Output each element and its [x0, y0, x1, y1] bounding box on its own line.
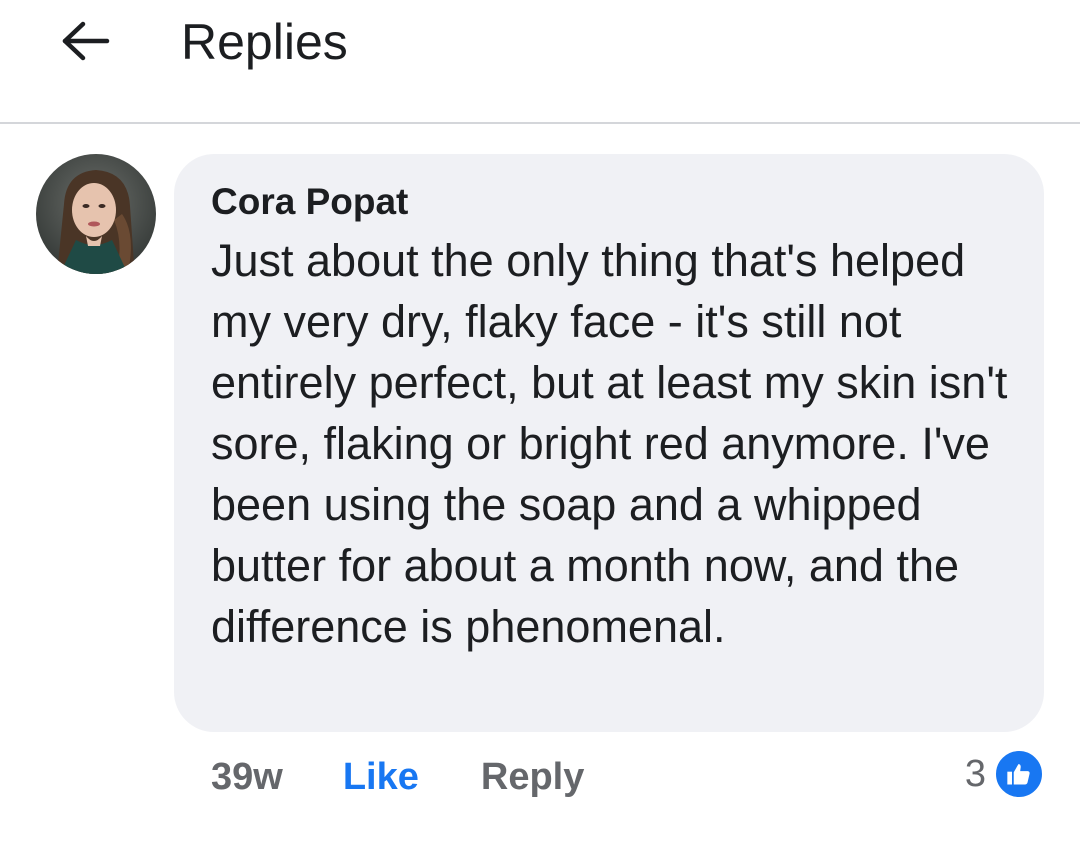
comment-timestamp[interactable]: 39w [211, 756, 283, 799]
back-button[interactable] [50, 10, 120, 72]
arrow-left-icon [62, 21, 110, 61]
thumbs-up-icon [994, 749, 1044, 799]
comment-actions: 39w Like Reply [211, 752, 584, 802]
comment-bubble: Cora Popat Just about the only thing tha… [174, 154, 1044, 732]
reply-button[interactable]: Reply [481, 756, 584, 799]
reaction-summary[interactable]: 3 [965, 748, 1044, 800]
comment-author[interactable]: Cora Popat [211, 180, 408, 224]
profile-photo [36, 154, 156, 274]
app-header: Replies [0, 0, 1080, 124]
page-title: Replies [181, 14, 348, 70]
like-button[interactable]: Like [343, 756, 419, 799]
comment-text: Just about the only thing that's helped … [211, 235, 1008, 652]
reaction-count: 3 [964, 752, 986, 795]
avatar[interactable] [36, 154, 156, 274]
